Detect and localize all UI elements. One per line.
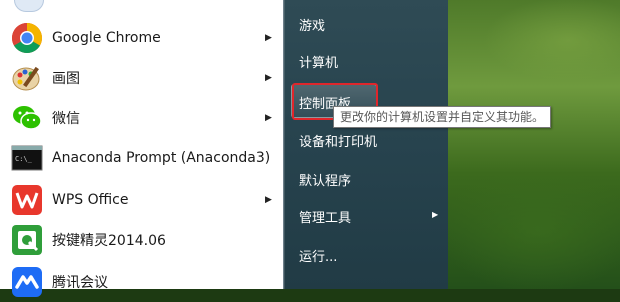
right-item-run[interactable]: 运行... bbox=[299, 246, 337, 265]
wechat-icon bbox=[10, 101, 44, 135]
right-item-computer[interactable]: 计算机 bbox=[299, 52, 338, 71]
program-item-anaconda-prompt[interactable]: C:\_ Anaconda Prompt (Anaconda3) bbox=[0, 138, 283, 178]
right-item-devices-printers[interactable]: 设备和打印机 bbox=[299, 131, 377, 150]
program-item-anjian[interactable]: 按键精灵2014.06 bbox=[0, 220, 283, 260]
program-label: Anaconda Prompt (Anaconda3) bbox=[52, 150, 271, 166]
desktop-wallpaper bbox=[448, 0, 620, 289]
terminal-icon: C:\_ bbox=[10, 141, 44, 175]
program-label: 按键精灵2014.06 bbox=[52, 233, 166, 249]
program-label: 微信 bbox=[52, 111, 80, 127]
program-label: WPS Office bbox=[52, 192, 129, 208]
right-item-admin-tools[interactable]: 管理工具 bbox=[299, 207, 351, 226]
right-item-games[interactable]: 游戏 bbox=[299, 15, 325, 34]
program-label: Google Chrome bbox=[52, 30, 161, 46]
program-item-paint[interactable]: 画图 ▶ bbox=[0, 58, 283, 98]
program-item-wechat[interactable]: 微信 ▶ bbox=[0, 98, 283, 138]
tooltip: 更改你的计算机设置并自定义其功能。 bbox=[333, 106, 552, 128]
submenu-arrow-icon: ▶ bbox=[265, 195, 272, 205]
chrome-icon bbox=[10, 21, 44, 55]
start-menu-programs-pane: Google Chrome ▶ 画图 ▶ 微信 ▶ C:\_ Anaconda … bbox=[0, 0, 284, 297]
program-item-wps-office[interactable]: WPS Office ▶ bbox=[0, 180, 283, 220]
program-item-chrome[interactable]: Google Chrome ▶ bbox=[0, 18, 283, 58]
program-label: 腾讯会议 bbox=[52, 275, 108, 291]
submenu-arrow-icon: ▶ bbox=[265, 73, 272, 83]
program-label: 画图 bbox=[52, 71, 80, 87]
wps-icon bbox=[10, 183, 44, 217]
submenu-arrow-icon: ▶ bbox=[432, 210, 439, 219]
submenu-arrow-icon: ▶ bbox=[265, 33, 272, 43]
svg-text:C:\_: C:\_ bbox=[15, 155, 33, 163]
paint-icon bbox=[10, 61, 44, 95]
tencent-meeting-icon bbox=[10, 265, 44, 299]
right-item-default-programs[interactable]: 默认程序 bbox=[299, 170, 351, 189]
user-cloud-icon bbox=[14, 0, 44, 12]
program-item-tencent-meeting[interactable]: 腾讯会议 bbox=[0, 262, 283, 302]
anjian-icon bbox=[10, 223, 44, 257]
submenu-arrow-icon: ▶ bbox=[265, 113, 272, 123]
